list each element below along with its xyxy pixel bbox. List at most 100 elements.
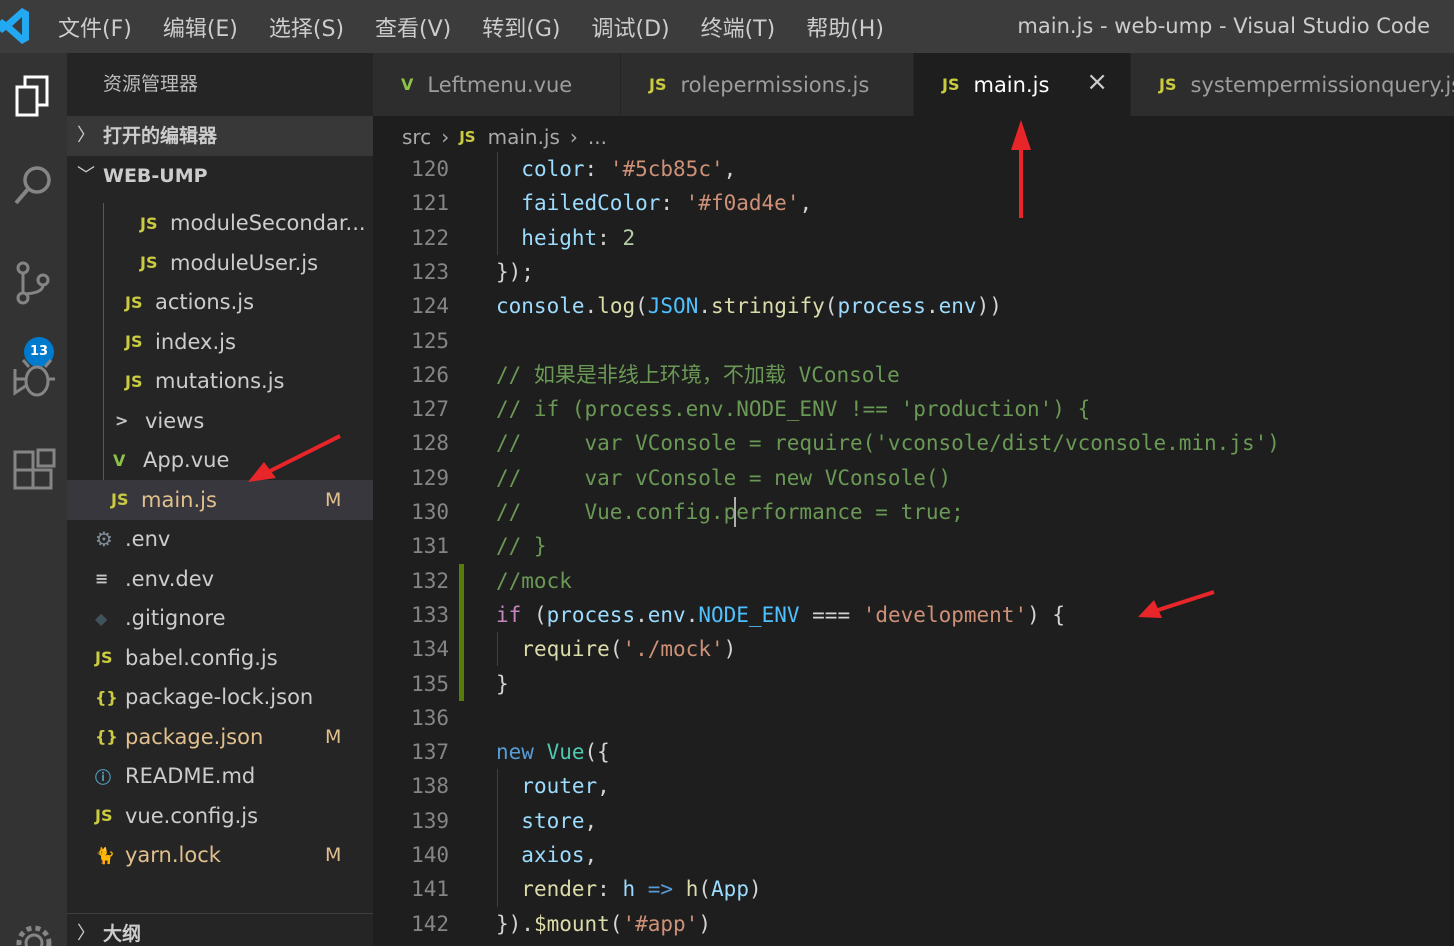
project-section[interactable]: ﹀ WEB-UMP [67,156,373,196]
code-token: )) [976,294,1002,319]
file-tree-item[interactable]: ◆ .gitignore [67,598,373,638]
git-status-badge: M [325,488,342,511]
line-number: 121 [411,191,449,216]
vscode-logo-icon [0,8,29,44]
git-gutter-modified [459,563,464,701]
code-token: . [925,294,939,319]
breadcrumb-folder[interactable]: src [402,125,431,149]
menu-item[interactable]: 终端(T) [701,11,776,43]
code-line: 126 // 如果是非线上环境，不加载 VConsole [373,358,1454,392]
line-number: 125 [411,328,449,353]
code-line: 127 // if (process.env.NODE_ENV !== 'prod… [373,392,1454,426]
code-token: require [521,637,610,662]
code-token: render [521,877,598,902]
explorer-icon[interactable] [0,56,67,136]
code-line: 140 axios, [373,838,1454,872]
line-number: 127 [411,397,449,422]
chevron-right-icon: 〉 [77,923,95,944]
menu-item[interactable]: 文件(F) [58,11,132,43]
file-tree-item[interactable]: JS vue.config.js [67,796,373,836]
title-bar: 文件(F) 编辑(E) 选择(S) 查看(V) 转到(G) 调试(D) 终端(T) 帮助(H)… [0,0,1454,53]
code-token: : [584,157,610,181]
file-tree-item[interactable]: ⓘ README.md [67,756,373,796]
code-token: $mount [533,911,610,936]
code-token: } [496,671,509,696]
line-number: 136 [411,705,449,730]
editor-tab[interactable]: V Leftmenu.vue [373,53,621,116]
file-tree-item[interactable]: JS main.js M [67,479,373,520]
file-tree-item[interactable]: JS actions.js [67,282,373,322]
debug-icon[interactable] [0,338,67,418]
js-file-icon: JS [140,213,158,233]
code-text: failedColor: '#f0ad4e', [496,186,812,220]
code-token: stringify [711,294,825,319]
file-tree-label: .env.dev [125,566,215,591]
code-line: 121 failedColor: '#f0ad4e', [373,186,1454,220]
menu-item[interactable]: 调试(D) [591,11,669,43]
tab-label: main.js [973,72,1050,97]
line-number: 139 [411,808,449,833]
file-tree-item[interactable]: 🐈 yarn.lock M [67,835,373,875]
code-token: ( [609,911,623,936]
chevron-right-icon: > [115,411,129,430]
menu-item[interactable]: 查看(V) [375,11,451,43]
code-line: 133 if (process.env.NODE_ENV === 'develop… [373,598,1454,632]
indent-guide [497,152,498,255]
code-token: '#5cb85c' [609,157,724,181]
search-icon[interactable] [0,145,67,225]
line-number: 123 [411,259,449,284]
file-tree-item[interactable]: {} package-lock.json [67,677,373,717]
code-token: // Vue.config.performance = true; [496,500,964,524]
file-tree-item[interactable]: JS moduleSecondar... [67,203,373,243]
file-tree-item[interactable]: JS moduleUser.js [67,243,373,283]
file-tree-item[interactable]: ≡ .env.dev [67,559,373,599]
code-line: 125 [373,324,1454,358]
code-editor[interactable]: 120 color: '#5cb85c', 121 failedColor: '#… [373,151,1454,946]
menu-item[interactable]: 帮助(H) [806,11,884,43]
file-tree-label: App.vue [143,448,230,472]
editor-tab[interactable]: JS rolepermissions.js [621,53,914,116]
code-line: 120 color: '#5cb85c', [373,152,1454,186]
editor-tab[interactable]: JS main.js × [914,53,1131,116]
menu-item[interactable]: 编辑(E) [163,11,238,43]
file-tree-item[interactable]: V App.vue [67,440,373,480]
code-token: 2 [622,225,636,250]
file-tree-item[interactable]: JS babel.config.js [67,638,373,678]
file-tree-item[interactable]: JS mutations.js [67,361,373,401]
file-tree-item[interactable]: {} package.json M [67,717,373,757]
code-line: 131 // } [373,529,1454,563]
file-tree-item[interactable]: ⚙ .env [67,519,373,559]
open-editors-section[interactable]: 〉 打开的编辑器 [67,116,373,156]
code-token: ) [698,911,711,936]
code-text: color: '#5cb85c', [496,152,736,186]
chevron-down-icon: ﹀ [77,165,95,186]
menu-item[interactable]: 转到(G) [482,11,560,43]
settings-gear-icon[interactable] [0,903,67,946]
extensions-icon[interactable] [0,431,67,511]
js-file-icon: JS [649,75,667,94]
code-token: . [685,602,699,627]
code-text: // if (process.env.NODE_ENV !== 'product… [496,392,1090,426]
source-control-icon[interactable] [0,243,67,323]
file-tree-item[interactable]: JS index.js [67,322,373,362]
code-text: render: h => h(App) [496,872,761,906]
editor-tab[interactable]: JS systempermissionquery.js [1131,53,1454,116]
file-tree-item[interactable]: > views [67,401,373,441]
close-icon[interactable]: × [1086,67,1108,97]
code-token: ( [698,877,712,902]
code-text: router, [496,769,610,803]
code-text: //mock [496,564,572,598]
code-token: ) [723,637,737,662]
code-token: // 如果是非线上环境，不加载 VConsole [496,362,900,387]
tab-label: Leftmenu.vue [427,72,573,97]
outline-section[interactable]: 〉 大纲 [67,913,373,946]
breadcrumb-more[interactable]: ... [588,125,607,149]
file-tree-label: yarn.lock [125,843,221,867]
breadcrumb-file[interactable]: main.js [488,125,560,149]
code-token: // } [496,534,547,559]
menu-item[interactable]: 选择(S) [269,11,344,43]
code-token: './mock' [622,637,724,662]
